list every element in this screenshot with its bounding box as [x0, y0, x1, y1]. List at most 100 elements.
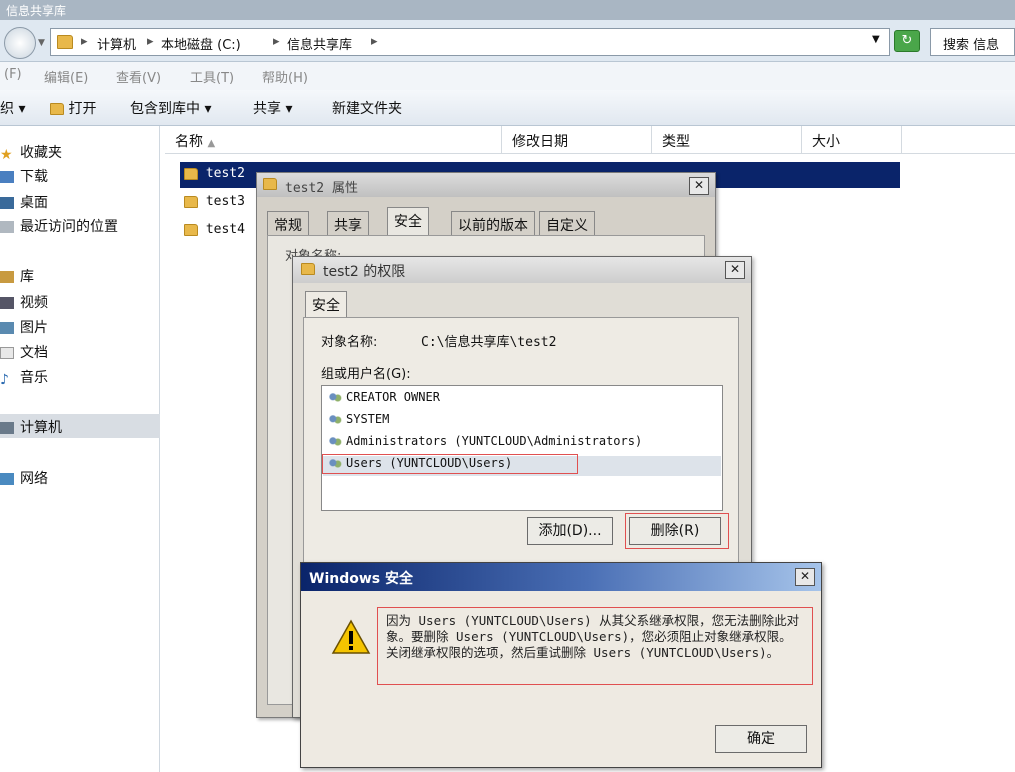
column-type[interactable]: 类型 — [652, 126, 802, 154]
permissions-title-bar: test2 的权限 — [293, 257, 751, 283]
address-dropdown-icon[interactable]: ▼ — [872, 34, 880, 45]
refresh-button[interactable]: ↻ — [894, 30, 920, 52]
star-icon: ★ — [0, 147, 13, 163]
menu-help[interactable]: 帮助(H) — [262, 67, 308, 86]
music-icon: ♪ — [0, 372, 9, 388]
nav-music[interactable]: ♪ 音乐 — [0, 367, 48, 388]
video-icon — [0, 297, 14, 309]
close-icon[interactable]: ✕ — [725, 261, 745, 279]
organize-button[interactable]: 织 ▾ — [0, 98, 25, 118]
search-input[interactable]: 搜索 信息 — [930, 28, 1015, 56]
close-icon[interactable]: ✕ — [689, 177, 709, 195]
ok-button[interactable]: 确定 — [715, 725, 807, 753]
folder-icon — [184, 195, 198, 208]
breadcrumb-computer[interactable]: 计算机 — [97, 34, 136, 53]
nav-favorites[interactable]: ★ 收藏夹 — [0, 142, 62, 163]
nav-documents-label: 文档 — [20, 345, 48, 361]
menu-bar: (F) 编辑(E) 查看(V) 工具(T) 帮助(H) — [0, 62, 1015, 90]
column-size[interactable]: 大小 — [802, 126, 902, 154]
nav-favorites-label: 收藏夹 — [20, 145, 62, 161]
warning-icon — [331, 619, 371, 654]
list-item-system[interactable]: SYSTEM — [328, 412, 389, 426]
picture-icon — [0, 322, 14, 334]
nav-computer[interactable]: 计算机 — [0, 417, 62, 437]
nav-downloads[interactable]: 下载 — [0, 166, 48, 186]
folder-icon — [301, 263, 315, 275]
list-item-administrators[interactable]: Administrators (YUNTCLOUD\Administrators… — [328, 434, 642, 448]
new-folder-button[interactable]: 新建文件夹 — [332, 98, 402, 118]
nav-libraries[interactable]: 库 — [0, 266, 34, 286]
network-icon — [0, 473, 14, 485]
nav-network-label: 网络 — [20, 471, 48, 487]
add-button[interactable]: 添加(D)... — [527, 517, 613, 545]
download-icon — [0, 171, 14, 183]
nav-documents[interactable]: 文档 — [0, 342, 48, 362]
user-name: SYSTEM — [346, 412, 390, 426]
object-name-label: 对象名称: — [321, 335, 378, 350]
include-library-label: 包含到库中 — [130, 101, 200, 117]
breadcrumb-separator-icon: ▸ — [147, 34, 154, 49]
nav-pictures[interactable]: 图片 — [0, 317, 48, 337]
explorer-title: 信息共享库 — [6, 4, 67, 18]
nav-videos-label: 视频 — [20, 295, 48, 311]
file-row-test3[interactable]: test3 — [180, 192, 249, 214]
nav-recent[interactable]: 最近访问的位置 — [0, 216, 118, 236]
tab-security[interactable]: 安全 — [387, 207, 429, 235]
nav-desktop-label: 桌面 — [20, 195, 48, 211]
open-button[interactable]: 打开 — [50, 98, 96, 118]
user-group-icon — [328, 391, 342, 404]
nav-computer-label: 计算机 — [20, 420, 62, 436]
list-item-creator-owner[interactable]: CREATOR OWNER — [328, 390, 440, 404]
user-name: Administrators (YUNTCLOUD\Administrators… — [346, 434, 643, 448]
tab-general[interactable]: 常规 — [267, 211, 309, 235]
group-users-label: 组或用户名(G): — [321, 367, 411, 382]
breadcrumb-separator-icon: ▸ — [81, 34, 88, 49]
permissions-title: test2 的权限 — [323, 264, 406, 280]
column-name[interactable]: 名称 ▲ — [165, 126, 502, 154]
folder-icon — [184, 167, 198, 180]
menu-view[interactable]: 查看(V) — [116, 67, 161, 86]
breadcrumb-folder[interactable]: 信息共享库 — [287, 34, 352, 53]
tab-previous-versions[interactable]: 以前的版本 — [451, 211, 535, 235]
document-icon — [0, 347, 14, 359]
menu-file[interactable]: (F) — [4, 67, 22, 82]
tab-sharing[interactable]: 共享 — [327, 211, 369, 235]
open-label: 打开 — [68, 101, 97, 117]
windows-security-dialog: Windows 安全 ✕ 因为 Users (YUNTCLOUD\Users) … — [300, 562, 822, 768]
nav-desktop[interactable]: 桌面 — [0, 192, 48, 212]
properties-title: test2 属性 — [285, 181, 358, 196]
history-dropdown-icon[interactable]: ▼ — [38, 38, 45, 48]
file-name: test2 — [205, 166, 245, 181]
file-name: test3 — [205, 194, 245, 209]
open-icon — [50, 103, 64, 115]
nav-network[interactable]: 网络 — [0, 468, 48, 488]
security-dialog-title-bar: Windows 安全 — [301, 563, 821, 591]
properties-title-bar: test2 属性 — [257, 173, 715, 197]
back-button[interactable] — [4, 27, 36, 59]
close-icon[interactable]: ✕ — [795, 568, 815, 586]
nav-pictures-label: 图片 — [20, 320, 48, 336]
folder-icon — [263, 178, 277, 190]
column-name-label: 名称 — [175, 134, 203, 150]
folder-icon — [57, 35, 73, 49]
folder-icon — [184, 223, 198, 236]
user-group-icon — [328, 413, 342, 426]
file-list-header: 名称 ▲ 修改日期 类型 大小 — [165, 126, 1015, 154]
menu-edit[interactable]: 编辑(E) — [44, 67, 88, 86]
column-date[interactable]: 修改日期 — [502, 126, 652, 154]
nav-videos[interactable]: 视频 — [0, 292, 48, 312]
address-field[interactable]: ▸ 计算机 ▸ 本地磁盘 (C:) ▸ 信息共享库 ▸ — [50, 28, 890, 56]
security-dialog-title: Windows 安全 — [309, 571, 413, 587]
file-row-test4[interactable]: test4 — [180, 220, 249, 242]
nav-recent-label: 最近访问的位置 — [20, 219, 118, 235]
tab-customize[interactable]: 自定义 — [539, 211, 595, 235]
include-in-library-button[interactable]: 包含到库中 ▾ — [130, 98, 211, 118]
tab-security[interactable]: 安全 — [305, 291, 347, 319]
organize-label: 织 — [0, 101, 14, 117]
breadcrumb-drive[interactable]: 本地磁盘 (C:) — [161, 34, 241, 53]
share-button[interactable]: 共享 ▾ — [253, 98, 292, 118]
desktop-icon — [0, 197, 14, 209]
menu-tools[interactable]: 工具(T) — [190, 67, 234, 86]
share-label: 共享 — [253, 101, 281, 117]
command-toolbar: 织 ▾ 打开 包含到库中 ▾ 共享 ▾ 新建文件夹 — [0, 90, 1015, 126]
